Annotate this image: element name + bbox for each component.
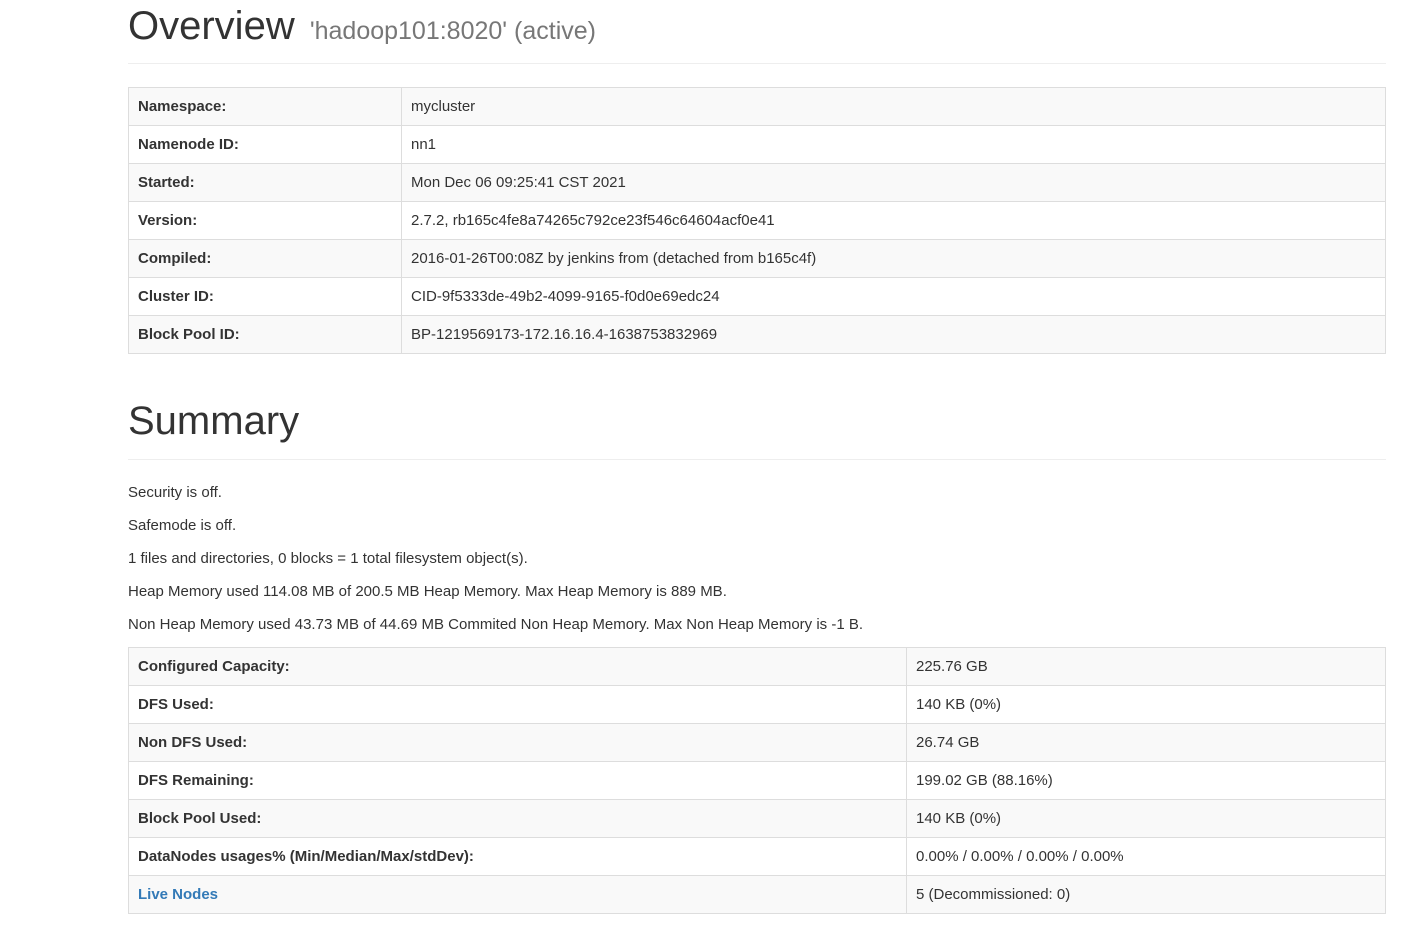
row-value: 140 KB (0%) (906, 799, 1386, 838)
row-label: DataNodes usages% (Min/Median/Max/stdDev… (128, 837, 907, 876)
row-label: Configured Capacity: (128, 647, 907, 686)
row-label: DFS Remaining: (128, 761, 907, 800)
page-title: Overview 'hadoop101:8020' (active) (128, 4, 1386, 53)
table-row: DFS Used: 140 KB (0%) (128, 685, 1386, 724)
overview-subtitle: 'hadoop101:8020' (active) (309, 17, 596, 45)
summary-table: Configured Capacity: 225.76 GB DFS Used:… (128, 647, 1386, 914)
live-nodes-link[interactable]: Live Nodes (138, 886, 218, 903)
table-row: Cluster ID: CID-9f5333de-49b2-4099-9165-… (128, 277, 1386, 316)
overview-table: Namespace: mycluster Namenode ID: nn1 St… (128, 87, 1386, 354)
table-row: Compiled: 2016-01-26T00:08Z by jenkins f… (128, 239, 1386, 278)
row-value: 5 (Decommissioned: 0) (906, 875, 1386, 914)
row-value: 199.02 GB (88.16%) (906, 761, 1386, 800)
summary-title: Summary (128, 399, 300, 443)
row-value: BP-1219569173-172.16.16.4-1638753832969 (401, 315, 1386, 354)
table-row: Namenode ID: nn1 (128, 125, 1386, 164)
non-heap-memory: Non Heap Memory used 43.73 MB of 44.69 M… (128, 616, 864, 633)
safemode-status: Safemode is off. (128, 517, 237, 534)
row-label: Version: (128, 201, 402, 240)
row-value: mycluster (401, 87, 1386, 126)
row-value: Mon Dec 06 09:25:41 CST 2021 (401, 163, 1386, 202)
row-value: 2016-01-26T00:08Z by jenkins from (detac… (401, 239, 1386, 278)
heap-memory: Heap Memory used 114.08 MB of 200.5 MB H… (128, 583, 727, 600)
table-row: Block Pool ID: BP-1219569173-172.16.16.4… (128, 315, 1386, 354)
row-value: 0.00% / 0.00% / 0.00% / 0.00% (906, 837, 1386, 876)
table-row: Started: Mon Dec 06 09:25:41 CST 2021 (128, 163, 1386, 202)
table-row: DFS Remaining: 199.02 GB (88.16%) (128, 761, 1386, 800)
live-nodes-cell: Live Nodes (128, 875, 907, 914)
table-row: Namespace: mycluster (128, 87, 1386, 126)
security-status: Security is off. (128, 484, 222, 501)
row-value: CID-9f5333de-49b2-4099-9165-f0d0e69edc24 (401, 277, 1386, 316)
filesystem-objects: 1 files and directories, 0 blocks = 1 to… (128, 550, 528, 567)
row-value: 26.74 GB (906, 723, 1386, 762)
row-value: nn1 (401, 125, 1386, 164)
row-label: Cluster ID: (128, 277, 402, 316)
row-value: 140 KB (0%) (906, 685, 1386, 724)
row-value: 225.76 GB (906, 647, 1386, 686)
row-label: Non DFS Used: (128, 723, 907, 762)
table-row: Non DFS Used: 26.74 GB (128, 723, 1386, 762)
table-row: Live Nodes 5 (Decommissioned: 0) (128, 875, 1386, 914)
row-label: Namenode ID: (128, 125, 402, 164)
summary-header: Summary (128, 397, 1386, 460)
row-label: Started: (128, 163, 402, 202)
table-row: Block Pool Used: 140 KB (0%) (128, 799, 1386, 838)
table-row: Configured Capacity: 225.76 GB (128, 647, 1386, 686)
row-label: Namespace: (128, 87, 402, 126)
overview-title: Overview (128, 4, 295, 48)
summary-status-lines: Security is off. Safemode is off. 1 file… (128, 482, 1386, 647)
overview-header: Overview 'hadoop101:8020' (active) (128, 0, 1386, 64)
row-value: 2.7.2, rb165c4fe8a74265c792ce23f546c6460… (401, 201, 1386, 240)
row-label: Block Pool Used: (128, 799, 907, 838)
row-label: Block Pool ID: (128, 315, 402, 354)
row-label: Compiled: (128, 239, 402, 278)
main-content: Overview 'hadoop101:8020' (active) Names… (128, 0, 1386, 914)
table-row: Version: 2.7.2, rb165c4fe8a74265c792ce23… (128, 201, 1386, 240)
row-label: DFS Used: (128, 685, 907, 724)
table-row: DataNodes usages% (Min/Median/Max/stdDev… (128, 837, 1386, 876)
